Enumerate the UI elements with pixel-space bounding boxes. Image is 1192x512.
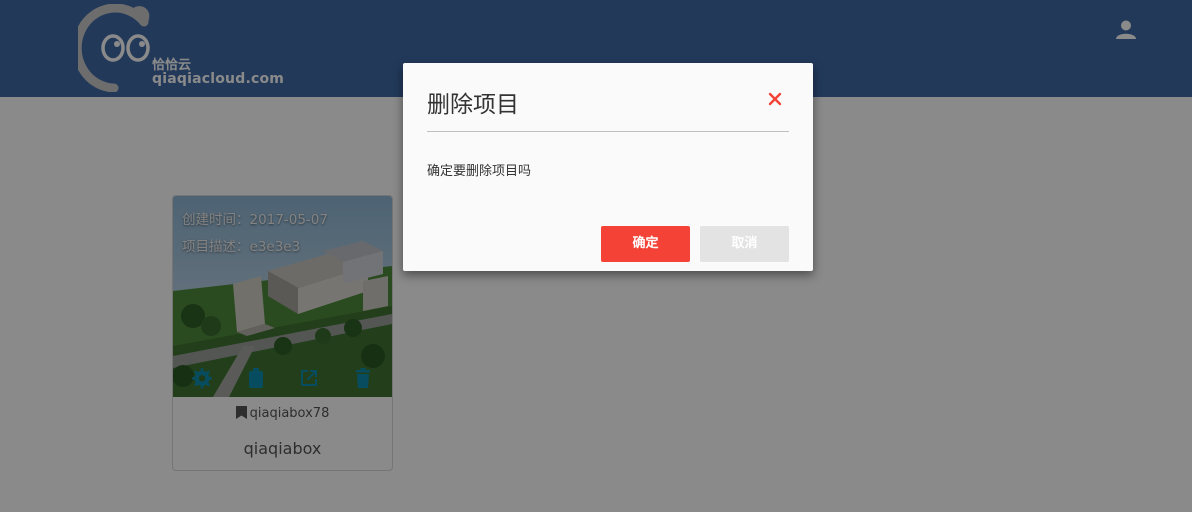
dialog-divider — [427, 131, 789, 132]
cancel-button[interactable]: 取消 — [700, 226, 789, 262]
delete-project-dialog: 删除项目 确定要删除项目吗 确定 取消 — [403, 63, 813, 271]
dialog-message: 确定要删除项目吗 — [427, 164, 532, 179]
close-icon[interactable] — [765, 89, 785, 109]
confirm-button[interactable]: 确定 — [601, 226, 690, 262]
dialog-title: 删除项目 — [427, 92, 519, 118]
